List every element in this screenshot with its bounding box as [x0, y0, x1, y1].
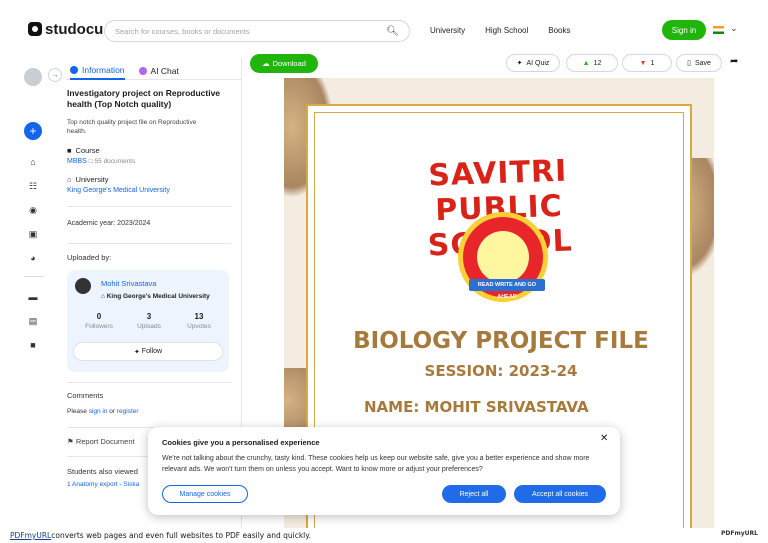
library-icon[interactable]: ☷ — [28, 181, 38, 191]
nav-university[interactable]: University — [430, 26, 465, 35]
divider — [67, 206, 231, 207]
stat-upvotes: 13 Upvotes — [187, 312, 211, 330]
india-flag-icon[interactable] — [713, 26, 724, 34]
accept-all-cookies-button[interactable]: Accept all cookies — [514, 485, 606, 503]
search-input[interactable]: Search for courses, books or documents 🔍… — [104, 20, 410, 42]
folder-icon[interactable]: ▬ — [28, 292, 38, 302]
thumbs-down-icon: ▼ — [639, 59, 647, 67]
nav-links: University High School Books — [430, 26, 571, 35]
school-emblem: READ WRITE AND GO AHEAD — [458, 212, 548, 302]
uploader-card: Mohit Srivastava ⌂ King George's Medical… — [67, 270, 229, 372]
comments-prompt: Please sign in or register — [67, 408, 139, 415]
manage-cookies-button[interactable]: Manage cookies — [162, 485, 248, 503]
sign-in-button[interactable]: Sign in — [662, 20, 706, 40]
uploader-avatar[interactable] — [75, 278, 91, 294]
documents-icon[interactable]: ■ — [28, 340, 38, 350]
ai-icon[interactable]: ◉ — [28, 205, 38, 215]
info-icon — [70, 66, 78, 74]
upvote-button[interactable]: ▲ 12 — [566, 54, 618, 72]
emblem-illustration — [477, 231, 529, 283]
uploader-stats: 0 Followers 3 Uploads 13 Upvotes — [79, 312, 219, 330]
divider — [67, 243, 231, 244]
student-name: NAME: MOHIT SRIVASTAVA — [364, 398, 589, 416]
course-label: ■ Course — [67, 146, 100, 155]
cookie-title: Cookies give you a personalised experien… — [162, 438, 320, 447]
sign-in-link[interactable]: sign in — [89, 408, 108, 415]
follow-button[interactable]: ✦ Follow — [73, 342, 223, 361]
collapse-panel-icon[interactable]: → — [48, 68, 62, 82]
search-icon[interactable]: 🔍︎ — [386, 26, 399, 37]
footer-text: converts web pages and even full website… — [51, 531, 312, 540]
stat-uploads: 3 Uploads — [137, 312, 161, 330]
notes-icon[interactable]: ▤ — [28, 316, 38, 326]
university-label: ⌂ University — [67, 175, 109, 184]
search-placeholder: Search for courses, books or documents — [115, 26, 250, 36]
tab-information-label: Information — [82, 65, 125, 75]
sparkle-icon: ✦ — [516, 60, 523, 67]
nav-books[interactable]: Books — [548, 26, 570, 35]
studocu-logo-icon — [28, 22, 42, 36]
brand-name: studocu — [45, 20, 104, 38]
add-icon[interactable]: + — [24, 122, 42, 140]
share-icon[interactable]: ➦ — [730, 56, 738, 67]
nav-high-school[interactable]: High School — [485, 26, 528, 35]
recent-icon[interactable]: ◕ — [28, 253, 38, 263]
document-title: Investigatory project on Reproductive he… — [67, 88, 221, 109]
follow-icon: ✦ — [133, 348, 140, 356]
left-rail: → + ⌂ ☷ ◉ ▣ ◕ ▬ ▤ ■ — [0, 58, 62, 528]
pdfmyurl-link[interactable]: PDFmyURL — [10, 531, 51, 540]
chevron-down-icon[interactable]: ⌄ — [730, 23, 738, 34]
cloud-download-icon: ☁ — [262, 59, 270, 68]
cookie-banner: Cookies give you a personalised experien… — [148, 427, 620, 515]
register-link[interactable]: register — [117, 408, 139, 415]
flag-icon: ⚑ — [67, 437, 74, 446]
ai-quiz-button[interactable]: ✦ AI Quiz — [506, 54, 560, 72]
thumbs-up-icon: ▲ — [582, 59, 590, 67]
rail-divider — [24, 276, 44, 277]
uploader-university: ⌂ King George's Medical University — [101, 293, 210, 300]
reject-all-button[interactable]: Reject all — [442, 485, 506, 503]
pdfmyurl-footer: PDFmyURL converts web pages and even ful… — [0, 528, 768, 543]
project-heading: BIOLOGY PROJECT FILE — [353, 328, 649, 354]
university-link[interactable]: King George's Medical University — [67, 187, 241, 194]
course-icon: ■ — [67, 146, 72, 155]
comments-label: Comments — [67, 391, 104, 400]
course-doc-count: □ 55 documents — [88, 158, 136, 165]
tab-ai-chat[interactable]: AI Chat — [138, 62, 179, 80]
downvote-button[interactable]: ▼ 1 — [622, 54, 672, 72]
course-link[interactable]: MBBS □ 55 documents — [67, 158, 241, 165]
panel-tabs: Information AI Chat — [66, 58, 241, 80]
project-session: SESSION: 2023-24 — [424, 362, 578, 380]
studocu-logo[interactable]: studocu — [28, 21, 104, 38]
pdfmyurl-logo: PDFmyURL — [721, 530, 758, 537]
chat-icon[interactable]: ▣ — [28, 229, 38, 239]
emblem-ribbon: READ WRITE AND GO AHEAD — [469, 279, 545, 300]
save-button[interactable]: ▯ Save — [676, 54, 722, 72]
uploader-name[interactable]: Mohit Srivastava — [101, 279, 156, 288]
divider — [67, 382, 231, 383]
bookmark-icon: ▯ — [687, 60, 691, 67]
university-icon: ⌂ — [67, 175, 72, 184]
document-description: Top notch quality project file on Reprod… — [67, 119, 197, 135]
tab-information[interactable]: Information — [70, 62, 125, 80]
stat-followers: 0 Followers — [85, 312, 113, 330]
user-avatar[interactable] — [24, 68, 42, 86]
download-button[interactable]: ☁ Download — [250, 54, 318, 73]
academic-year: Academic year: 2023/2024 — [67, 220, 151, 227]
uploaded-by-label: Uploaded by: — [67, 253, 112, 262]
home-icon[interactable]: ⌂ — [28, 157, 38, 167]
tab-ai-chat-label: AI Chat — [150, 66, 179, 76]
cookie-text: We're not talking about the crunchy, tas… — [162, 455, 590, 473]
ai-chat-icon — [138, 67, 147, 75]
close-icon[interactable]: ✕ — [600, 433, 608, 444]
